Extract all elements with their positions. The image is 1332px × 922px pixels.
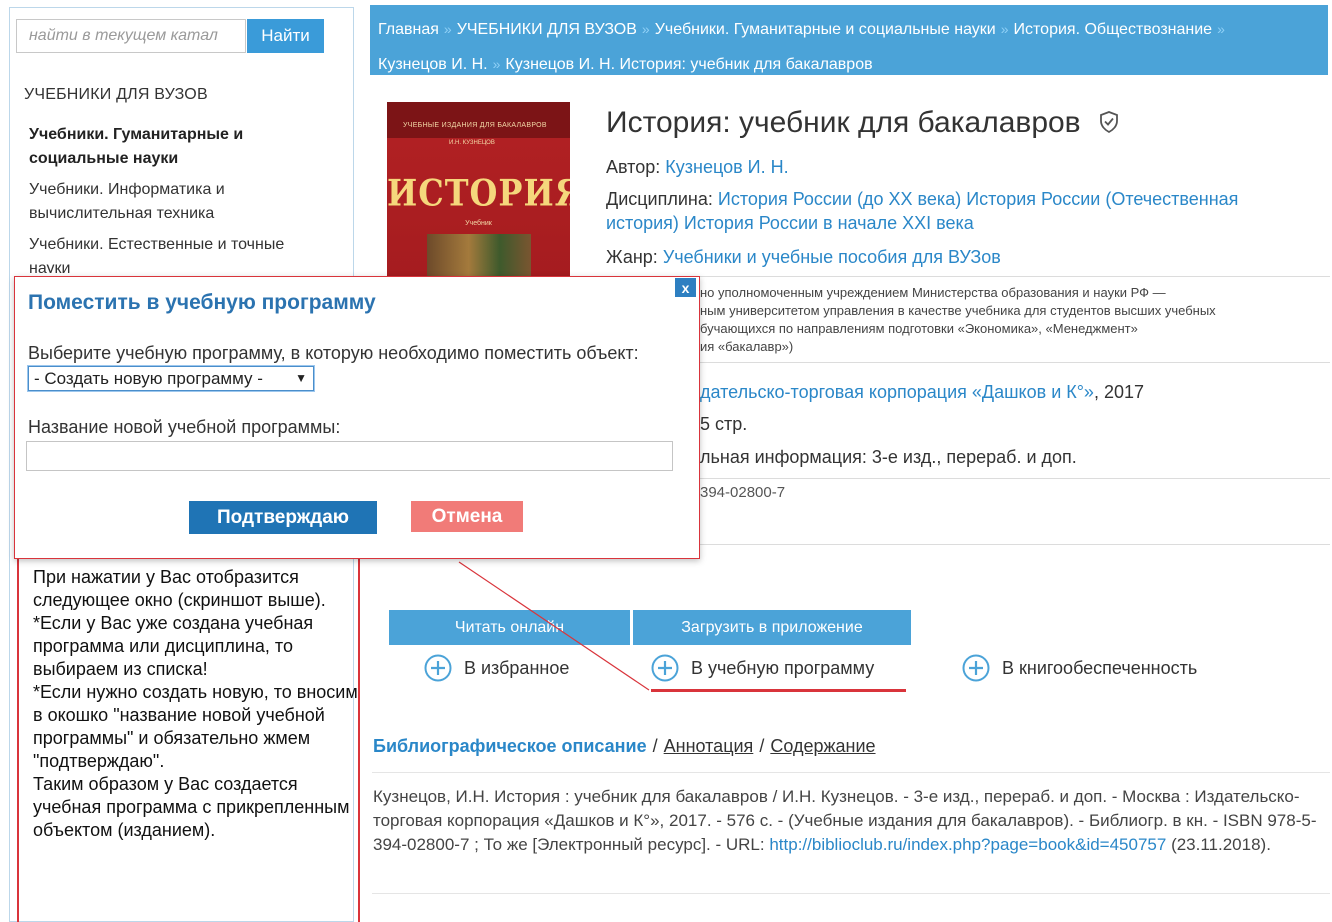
breadcrumb-humanities[interactable]: Учебники. Гуманитарные и социальные наук…	[655, 21, 996, 38]
bibliography-url-link[interactable]: http://biblioclub.ru/index.php?page=book…	[769, 835, 1166, 854]
publish-year: , 2017	[1093, 382, 1144, 402]
confirm-button[interactable]: Подтверждаю	[189, 501, 377, 534]
search-button[interactable]: Найти	[247, 19, 324, 53]
approval-line: ия «бакалавр»)	[700, 339, 794, 354]
supply-action[interactable]: В книгообеспеченность	[962, 653, 1197, 683]
plus-circle-icon	[651, 654, 679, 682]
program-name-input[interactable]	[26, 441, 673, 471]
supply-label: В книгообеспеченность	[1002, 657, 1198, 678]
author-link[interactable]: Кузнецов И. Н.	[665, 157, 788, 177]
bibliography-date: (23.11.2018).	[1166, 835, 1271, 854]
divider	[700, 544, 1330, 545]
shield-icon	[1100, 111, 1118, 134]
genre-label: Жанр:	[606, 247, 658, 267]
plus-circle-icon	[424, 654, 452, 682]
cover-author: И.Н. КУЗНЕЦОВ	[449, 140, 495, 146]
approval-text: но уполномоченным учреждением Министерст…	[700, 284, 1320, 356]
highlight-underline	[651, 689, 906, 692]
breadcrumb-book[interactable]: Кузнецов И. Н. История: учебник для бака…	[505, 56, 872, 73]
author-line: Автор: Кузнецов И. Н.	[606, 155, 1296, 179]
search-input[interactable]	[16, 19, 246, 53]
bibliography-text: Кузнецов, И.Н. История : учебник для бак…	[373, 785, 1323, 857]
favorite-label: В избранное	[464, 657, 570, 678]
divider	[700, 478, 1330, 479]
dialog-title: Поместить в учебную программу	[28, 291, 376, 314]
divider	[372, 772, 1330, 773]
discipline-label: Дисциплина:	[606, 189, 713, 209]
book-title: История: учебник для бакалавров	[606, 106, 1081, 139]
approval-line: но уполномоченным учреждением Министерст…	[700, 285, 1166, 300]
pages-count: 5	[700, 414, 711, 434]
divider	[372, 893, 1330, 894]
breadcrumb: Главная» УЧЕБНИКИ ДЛЯ ВУЗОВ» Учебники. Гум…	[370, 5, 1328, 75]
book-cover[interactable]: УЧЕБНЫЕ ИЗДАНИЯ ДЛЯ БАКАЛАВРОВ И.Н. КУЗН…	[387, 102, 570, 282]
program-action[interactable]: В учебную программу	[651, 653, 874, 683]
program-name-label: Название новой учебной программы:	[28, 417, 341, 437]
sidebar-item-informatics[interactable]: Учебники. Информатика и вычислительная т…	[29, 178, 289, 226]
tab-separator: /	[759, 736, 765, 756]
tab-contents[interactable]: Содержание	[770, 736, 875, 756]
breadcrumb-textbooks[interactable]: УЧЕБНИКИ ДЛЯ ВУЗОВ	[457, 21, 637, 38]
program-select-value: - Создать новую программу -	[34, 369, 263, 388]
plus-circle-icon	[962, 654, 990, 682]
sidebar-heading: УЧЕБНИКИ ДЛЯ ВУЗОВ	[24, 86, 208, 103]
annotation-line: *Если у Вас уже создана учебная программ…	[33, 613, 319, 679]
cover-series: УЧЕБНЫЕ ИЗДАНИЯ ДЛЯ БАКАЛАВРОВ	[403, 122, 547, 129]
program-select-label: Выберите учебную программу, в которую не…	[28, 343, 639, 363]
breadcrumb-separator-icon: »	[1000, 21, 1009, 37]
tab-separator: /	[652, 736, 658, 756]
pages-label: стр.	[715, 414, 748, 434]
breadcrumb-separator-icon: »	[641, 21, 650, 37]
tab-bibliography[interactable]: Библиографическое описание	[373, 736, 647, 756]
description-tabs: Библиографическое описание / Аннотация / Сод…	[373, 736, 876, 757]
sidebar-item-humanities[interactable]: Учебники. Гуманитарные и социальные наук…	[29, 123, 309, 171]
breadcrumb-home[interactable]: Главная	[378, 21, 439, 38]
breadcrumb-author[interactable]: Кузнецов И. Н.	[378, 56, 488, 73]
genre-line: Жанр: Учебники и учебные пособия для ВУЗ…	[606, 245, 1296, 269]
annotation-line: При нажатии у Вас отобразится следующее …	[33, 567, 326, 610]
cover-illustration	[427, 234, 531, 282]
breadcrumb-separator-icon: »	[1217, 21, 1225, 37]
breadcrumb-history[interactable]: История. Обществознание	[1014, 21, 1213, 38]
breadcrumb-separator-icon: »	[443, 21, 452, 37]
cover-title: ИСТОРИЯ	[387, 171, 570, 215]
cover-band	[387, 102, 570, 138]
extra-info-line: льная информация: 3-е изд., перераб. и д…	[700, 447, 1077, 467]
tab-annotation[interactable]: Аннотация	[664, 736, 754, 756]
program-select[interactable]: - Создать новую программу - ▼	[28, 366, 314, 391]
annotation-text: При нажатии у Вас отобразится следующее …	[33, 566, 358, 842]
cover-subtitle: Учебник	[465, 220, 492, 227]
annotation-line: Таким образом у Вас создается учебная пр…	[33, 774, 355, 840]
discipline-line: Дисциплина: История России (до XX века) …	[606, 187, 1276, 235]
read-online-button[interactable]: Читать онлайн	[389, 610, 630, 645]
divider	[605, 362, 1330, 363]
approval-line: бучающихся по направлениям подготовки «Э…	[700, 321, 1138, 336]
cancel-button[interactable]: Отмена	[411, 501, 523, 532]
load-app-button[interactable]: Загрузить в приложение	[633, 610, 911, 645]
approval-line: ным университетом управления в качестве …	[700, 303, 1216, 318]
divider	[605, 276, 1330, 277]
close-icon[interactable]: x	[674, 277, 697, 298]
breadcrumb-separator-icon: »	[492, 56, 501, 72]
author-label: Автор:	[606, 157, 661, 177]
isbn-line: 394-02800-7	[700, 484, 786, 501]
dropdown-arrow-icon: ▼	[295, 371, 307, 385]
search-row: Найти	[16, 19, 324, 53]
annotation-line: *Если нужно создать новую, то вносим в о…	[33, 682, 363, 771]
publisher-line: дательско-торговая корпорация «Дашков и …	[700, 382, 1144, 403]
genre-link[interactable]: Учебники и учебные пособия для ВУЗов	[663, 247, 1001, 267]
publisher-link[interactable]: дательско-торговая корпорация «Дашков и …	[700, 382, 1094, 402]
pages-line: 5 стр.	[700, 414, 747, 435]
favorite-action[interactable]: В избранное	[424, 653, 569, 683]
program-label: В учебную программу	[691, 657, 875, 678]
sidebar-item-natural-sciences[interactable]: Учебники. Естественные и точные науки	[29, 233, 329, 273]
